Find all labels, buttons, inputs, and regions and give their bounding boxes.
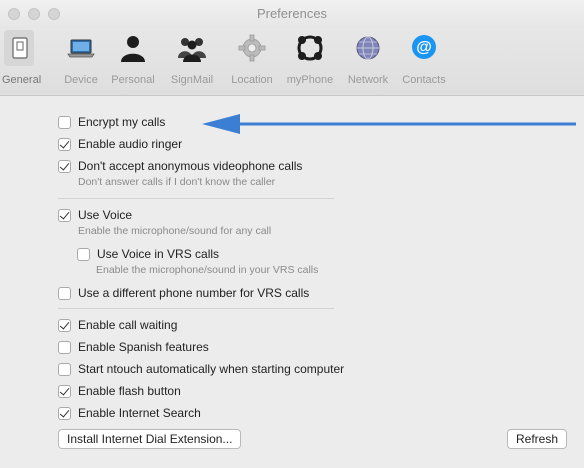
call-waiting-option[interactable]: Enable call waiting bbox=[58, 317, 177, 333]
gear-icon bbox=[238, 34, 266, 62]
tab-network[interactable]: Network bbox=[340, 28, 396, 96]
auto-start-checkbox[interactable] bbox=[58, 362, 71, 376]
encrypt-calls-option[interactable]: Encrypt my calls bbox=[58, 114, 165, 130]
use-voice-option[interactable]: Use Voice bbox=[58, 207, 132, 223]
flash-button-option[interactable]: Enable flash button bbox=[58, 383, 181, 399]
spanish-features-checkbox[interactable] bbox=[58, 340, 71, 354]
call-waiting-checkbox[interactable] bbox=[58, 318, 71, 332]
use-voice-checkbox[interactable] bbox=[58, 208, 71, 222]
flash-button-checkbox[interactable] bbox=[58, 384, 71, 398]
tab-signmail[interactable]: SignMail bbox=[164, 28, 220, 96]
at-sign-icon: @ bbox=[412, 35, 436, 59]
internet-search-option[interactable]: Enable Internet Search bbox=[58, 405, 201, 421]
laptop-icon bbox=[67, 39, 95, 58]
window-title: Preferences bbox=[256, 6, 328, 21]
tab-device[interactable]: Device bbox=[60, 28, 102, 96]
voice-vrs-description: Enable the microphone/sound in your VRS … bbox=[96, 264, 319, 276]
different-number-checkbox[interactable] bbox=[58, 286, 71, 300]
anonymous-calls-description: Don't answer calls if I don't know the c… bbox=[78, 176, 276, 188]
svg-text:@: @ bbox=[416, 39, 432, 56]
preferences-window: Preferences General Device Personal Sign… bbox=[0, 0, 584, 468]
encrypt-calls-checkbox[interactable] bbox=[58, 115, 71, 129]
install-dial-extension-button[interactable]: Install Internet Dial Extension... bbox=[58, 429, 242, 449]
title-bar: Preferences bbox=[0, 0, 584, 28]
connection-icon bbox=[297, 35, 323, 61]
tab-myphone[interactable]: myPhone bbox=[282, 28, 338, 96]
refresh-button[interactable]: Refresh bbox=[507, 429, 568, 449]
different-number-option[interactable]: Use a different phone number for VRS cal… bbox=[58, 285, 309, 301]
divider bbox=[58, 198, 334, 199]
general-switch-icon bbox=[12, 37, 28, 59]
person-icon bbox=[121, 36, 145, 62]
auto-start-option[interactable]: Start ntouch automatically when starting… bbox=[58, 361, 344, 377]
preferences-toolbar: General Device Personal SignMail Locatio… bbox=[0, 28, 584, 96]
internet-search-checkbox[interactable] bbox=[58, 406, 71, 420]
audio-ringer-option[interactable]: Enable audio ringer bbox=[58, 136, 182, 152]
annotation-arrow-icon bbox=[202, 114, 576, 134]
voice-vrs-checkbox[interactable] bbox=[77, 247, 90, 261]
spanish-features-option[interactable]: Enable Spanish features bbox=[58, 339, 209, 355]
divider bbox=[58, 308, 334, 309]
anonymous-calls-checkbox[interactable] bbox=[58, 159, 71, 173]
tab-contacts[interactable]: @ Contacts bbox=[396, 28, 452, 96]
tab-location[interactable]: Location bbox=[224, 28, 280, 96]
use-voice-description: Enable the microphone/sound for any call bbox=[78, 225, 272, 237]
tab-general[interactable]: General bbox=[2, 28, 41, 96]
anonymous-calls-option[interactable]: Don't accept anonymous videophone calls bbox=[58, 158, 302, 174]
people-group-icon bbox=[178, 38, 206, 62]
audio-ringer-checkbox[interactable] bbox=[58, 137, 71, 151]
general-settings-panel: Encrypt my calls Enable audio ringer Don… bbox=[0, 96, 584, 468]
voice-vrs-option[interactable]: Use Voice in VRS calls bbox=[77, 246, 219, 262]
globe-network-icon bbox=[356, 36, 380, 60]
tab-personal[interactable]: Personal bbox=[108, 28, 158, 96]
